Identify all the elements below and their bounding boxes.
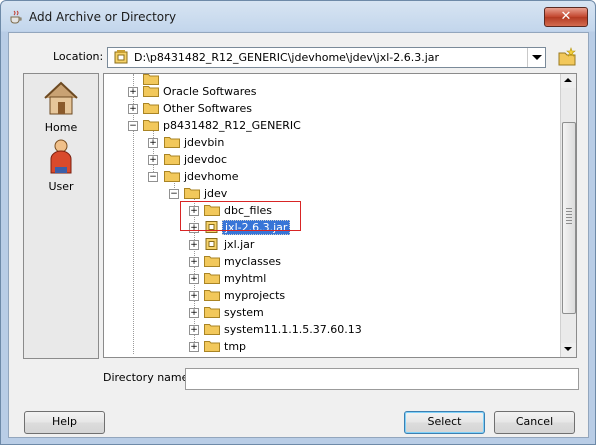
collapse-toggle[interactable]: − [169,189,179,199]
directory-name-label: Directory name: [103,371,193,384]
file-tree[interactable]: + Oracle Softwares + Other Softwares − p… [103,73,577,358]
location-combobox[interactable]: D:\p8431482_R12_GENERIC\jdevhome\jdev\jx… [107,47,546,68]
tree-row[interactable]: + jdevdoc [104,151,554,168]
location-value: D:\p8431482_R12_GENERIC\jdevhome\jdev\jx… [134,51,440,64]
tree-row-selected[interactable]: + jxl-2.6.3.jar [104,219,554,236]
highlight-annotation-box [180,201,301,231]
folder-icon [204,307,220,318]
folder-icon [143,355,159,358]
select-button[interactable]: Select [404,411,485,434]
folder-open-icon [143,120,159,131]
home-icon [44,81,78,115]
collapse-toggle[interactable]: − [128,121,138,131]
folder-icon [143,86,159,97]
tree-item-label: myclasses [224,255,282,268]
tree-item-label: myhtml [224,272,267,285]
place-home[interactable]: Home [24,78,98,134]
place-home-label: Home [44,121,78,134]
arrow-down-icon [564,347,572,351]
collapse-toggle[interactable]: − [148,172,158,182]
folder-icon [204,256,220,267]
tree-row[interactable]: − p8431482_R12_GENERIC [104,117,554,134]
close-button[interactable]: ✕ [544,7,588,27]
folder-icon [204,273,220,284]
scroll-up-button[interactable] [561,74,576,88]
tree-item-label: jdevhome [184,170,239,183]
java-cup-icon [10,10,22,24]
tree-row[interactable]: + myprojects [104,287,554,304]
tree-item-label: jdev [204,187,228,200]
jar-icon [114,50,128,64]
cancel-button[interactable]: Cancel [494,411,575,434]
expand-toggle[interactable]: + [189,308,199,318]
tree-row[interactable]: + Other Softwares [104,100,554,117]
folder-icon [143,103,159,114]
folder-icon [204,324,220,335]
folder-icon [204,290,220,301]
tree-row[interactable]: + Oracle Softwares [104,83,554,100]
tree-item-label: jdevdoc [184,153,228,166]
scroll-thumb[interactable] [562,122,576,314]
place-user-label: User [48,180,74,193]
expand-toggle[interactable]: + [189,342,199,352]
folder-icon [204,341,220,352]
places-panel: Home User [23,73,99,359]
tree-row[interactable]: + system11.1.1.5.37.60.13 [104,321,554,338]
expand-toggle[interactable]: + [189,325,199,335]
tree-item-label: myprojects [224,289,286,302]
tree-row[interactable]: + jxl.jar [104,236,554,253]
tree-vertical-scrollbar[interactable] [560,74,576,357]
new-folder-icon[interactable] [557,47,577,67]
tree-item-label: Other Softwares [163,102,252,115]
place-user[interactable]: User [24,137,98,193]
tree-row[interactable]: + jdevbin [104,134,554,151]
tree-row[interactable]: − jdev [104,185,554,202]
tree-row[interactable]: + dbc_files [104,202,554,219]
folder-open-icon [164,171,180,182]
tree-item-label: system [224,306,264,319]
dialog-window: Add Archive or Directory ✕ Location: D:\… [0,0,596,445]
tree-item-label: jxl.jar [224,238,255,251]
help-button[interactable]: Help [24,411,105,434]
tree-row[interactable]: − jdevhome [104,168,554,185]
tree-row[interactable]: + system [104,304,554,321]
tree-item-label: system11.1.1.5.37.60.13 [224,323,362,336]
folder-icon [164,154,180,165]
expand-toggle[interactable]: + [128,87,138,97]
expand-toggle[interactable]: + [189,291,199,301]
folder-open-icon [184,188,200,199]
grip-icon [566,208,572,224]
expand-toggle[interactable]: + [189,257,199,267]
tree-item-label: p8431482_R12_GENERIC [163,119,301,132]
location-label: Location: [53,50,104,63]
tree-item-label: tmp [224,340,247,353]
title-bar[interactable]: Add Archive or Directory ✕ [1,1,595,32]
expand-toggle[interactable]: + [148,138,158,148]
arrow-up-icon [564,78,572,82]
tree-item-label: jdevbin [184,136,225,149]
expand-toggle[interactable]: + [189,240,199,250]
chevron-down-icon [532,55,542,60]
jar-icon [205,238,218,250]
tree-row[interactable]: + tmp [104,338,554,355]
tree-row-clipped [104,354,554,358]
dialog-body: Location: D:\p8431482_R12_GENERIC\jdevho… [8,32,589,438]
directory-name-input[interactable] [185,368,579,390]
scroll-down-button[interactable] [561,343,576,357]
expand-toggle[interactable]: + [189,274,199,284]
tree-row[interactable]: + myhtml [104,270,554,287]
tree-row[interactable]: + myclasses [104,253,554,270]
window-title: Add Archive or Directory [29,10,177,24]
expand-toggle[interactable]: + [128,104,138,114]
expand-toggle[interactable]: + [148,155,158,165]
user-icon [50,139,72,174]
tree-item-label: Oracle Softwares [163,85,257,98]
folder-icon [164,137,180,148]
location-dropdown-button[interactable] [527,48,545,67]
